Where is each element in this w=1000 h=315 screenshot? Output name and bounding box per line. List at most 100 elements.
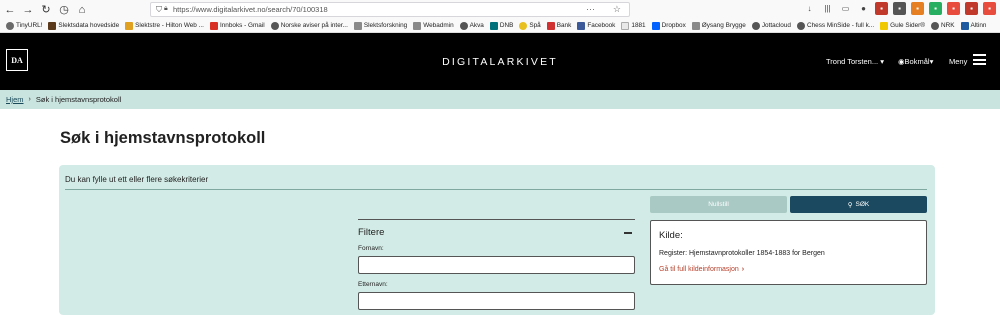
account-icon[interactable]: ● [857, 2, 870, 15]
bookmark-item[interactable]: Gule Sider® [880, 21, 925, 30]
bookmark-item[interactable]: Norske aviser på inter... [270, 21, 348, 30]
bookmark-item[interactable]: NRK [931, 21, 955, 30]
language-menu[interactable]: ◉Bokmål▾ [898, 57, 933, 66]
panel-heading: Du kan fylle ut ett eller flere søkekrit… [65, 175, 209, 184]
user-menu[interactable]: Trond Torsten... ▾ [826, 57, 884, 66]
folder-icon [413, 21, 422, 30]
reload-icon[interactable]: ↻ [38, 2, 54, 18]
last-name-label: Etternavn: [358, 281, 388, 288]
breadcrumb-home-link[interactable]: Hjem [6, 95, 24, 104]
bookmark-item[interactable]: Bank [546, 21, 572, 30]
reset-label: Nullstill [708, 201, 729, 208]
extension-icon[interactable]: ▪ [911, 2, 924, 15]
hamburger-icon[interactable] [973, 54, 986, 65]
dnb-icon [489, 21, 498, 30]
bookmark-item[interactable]: Slektsdata hovedside [48, 21, 120, 30]
extension-icon[interactable]: ▪ [893, 2, 906, 15]
bookmark-label: DNB [499, 22, 514, 29]
bookmark-item[interactable]: 1881 [621, 21, 646, 30]
bookmark-item[interactable]: Innboks - Gmail [209, 21, 265, 30]
bookmark-item[interactable]: Dropbox [651, 21, 686, 30]
source-box: Kilde: Register: Hjemstavnprotokoller 18… [650, 220, 927, 285]
search-button[interactable]: ⚲ SØK [790, 196, 927, 213]
source-register: Register: Hjemstavnprotokoller 1854-1883… [659, 250, 825, 257]
bookmark-item[interactable]: Altinn [960, 21, 987, 30]
bookmark-label: Facebook [587, 22, 616, 29]
filters-section: Filtere Fornavn: Etternavn: [358, 219, 635, 310]
bookmark-label: Bank [556, 22, 572, 29]
bookmark-label: NRK [941, 22, 955, 29]
bookmark-label: Slektsforskning [363, 22, 408, 29]
back-arrow-icon[interactable]: ← [2, 2, 18, 18]
source-info-link[interactable]: Gå til full kildeinformasjon › [659, 266, 744, 273]
collapse-icon[interactable] [624, 231, 632, 234]
menu-label[interactable]: Meny [949, 57, 967, 66]
search-label: SØK [855, 201, 870, 208]
bookmark-label: Akva [469, 22, 484, 29]
bookmark-item[interactable]: DNB [489, 21, 514, 30]
page-title: Søk i hjemstavnsprotokoll [60, 129, 266, 147]
bookmark-item[interactable]: Spå [519, 21, 541, 30]
globe-icon [796, 21, 805, 30]
extension-icon[interactable]: ▪ [965, 2, 978, 15]
bookmark-item[interactable]: Slektstre - Hilton Web ... [125, 21, 204, 30]
bookmark-label: Jottacloud [761, 22, 791, 29]
bookmark-item[interactable]: Jottacloud [751, 21, 791, 30]
bookmark-item[interactable]: Slektsforskning [353, 21, 408, 30]
divider [65, 189, 927, 190]
last-name-field[interactable] [358, 292, 635, 310]
bookmark-icon [880, 21, 889, 30]
bookmarks-bar: TinyURL! Slektsdata hovedside Slektstre … [0, 19, 1000, 33]
star-icon[interactable]: ☆ [613, 4, 621, 15]
bookmark-item[interactable]: Chess MinSide - full k... [796, 21, 875, 30]
bookmark-label: TinyURL! [16, 22, 43, 29]
bookmark-icon [6, 21, 14, 30]
folder-icon [353, 21, 362, 30]
extension-icon[interactable]: ▪ [875, 2, 888, 15]
bookmark-label: Dropbox [661, 22, 686, 29]
bookmark-label: Gule Sider® [890, 22, 925, 29]
bank-icon [546, 21, 555, 30]
bookmark-icon [48, 21, 57, 30]
bookmark-label: Altinn [970, 22, 987, 29]
extension-icon[interactable]: ▪ [929, 2, 942, 15]
sidebar-icon[interactable]: ▭ [839, 2, 852, 15]
library-icon[interactable]: ||| [821, 2, 834, 15]
history-icon[interactable]: ◷ [56, 2, 72, 18]
search-icon: ⚲ [847, 201, 853, 209]
bookmark-item[interactable]: TinyURL! [6, 21, 43, 30]
breadcrumb: Hjem › Søk i hjemstavnsprotokoll [0, 90, 1000, 109]
bookmark-label: Innboks - Gmail [219, 22, 265, 29]
altinn-icon [960, 21, 969, 30]
globe-icon [270, 21, 279, 30]
bookmark-label: Slektsdata hovedside [58, 22, 120, 29]
reset-button[interactable]: Nullstill [650, 196, 787, 213]
address-bar[interactable]: ⛉ 🔒︎ https://www.digitalarkivet.no/searc… [150, 2, 630, 17]
bookmark-item[interactable]: Facebook [577, 21, 616, 30]
bookmark-item[interactable]: Akva [459, 21, 484, 30]
language-label: Bokmål [904, 57, 930, 66]
first-name-field[interactable] [358, 256, 635, 274]
source-link-label: Gå til full kildeinformasjon [659, 266, 739, 273]
user-name: Trond Torsten... [826, 57, 879, 66]
source-title: Kilde: [659, 230, 683, 241]
bookmark-label: Chess MinSide - full k... [806, 22, 875, 29]
more-icon[interactable]: ··· [586, 4, 595, 14]
download-icon[interactable]: ↓ [803, 2, 816, 15]
filters-title: Filtere [358, 227, 385, 238]
url-text: https://www.digitalarkivet.no/search/70/… [173, 5, 328, 14]
facebook-icon [577, 21, 586, 30]
home-icon[interactable]: ⌂ [74, 2, 90, 18]
site-header: DA DIGITALARKIVET Trond Torsten... ▾ ◉Bo… [0, 33, 1000, 90]
bookmark-item[interactable]: Øysang Brygge [691, 21, 746, 30]
forward-arrow-icon[interactable]: → [20, 2, 36, 18]
extension-icon[interactable]: ▪ [947, 2, 960, 15]
extension-icon[interactable]: ▪ [983, 2, 996, 15]
bookmark-item[interactable]: Webadmin [413, 21, 454, 30]
globe-icon [931, 21, 939, 30]
filters-header[interactable]: Filtere [358, 227, 635, 238]
first-name-label: Fornavn: [358, 245, 384, 252]
chevron-right-icon: › [28, 96, 31, 103]
globe-icon [751, 21, 760, 30]
chevron-right-icon: › [741, 266, 745, 273]
